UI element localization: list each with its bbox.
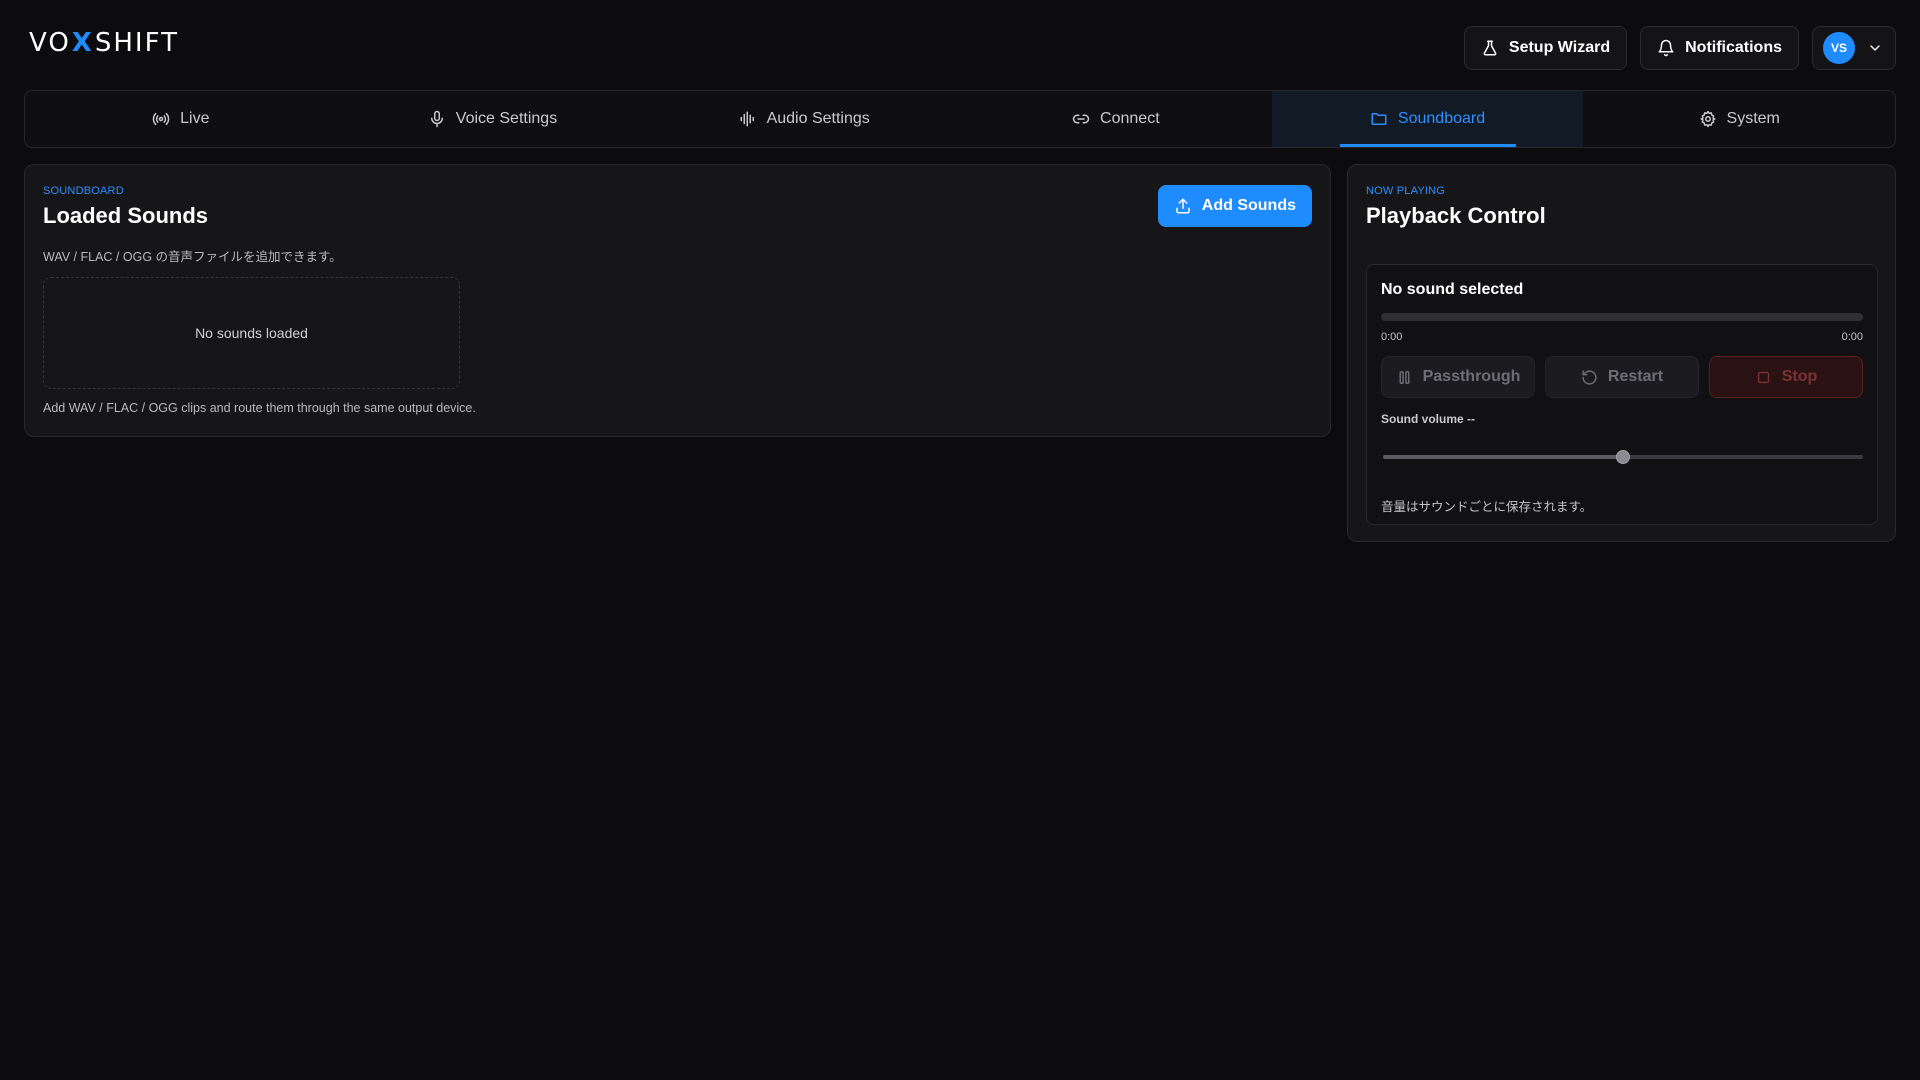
- passthrough-button[interactable]: Passthrough: [1381, 356, 1535, 398]
- stop-button[interactable]: Stop: [1709, 356, 1863, 398]
- notifications-label: Notifications: [1685, 39, 1782, 56]
- main-tabs: Live Voice Settings Audio Settings Conne…: [24, 90, 1896, 148]
- tab-live[interactable]: Live: [25, 91, 337, 147]
- player-panel: No sound selected 0:00 0:00 Passthrough …: [1366, 264, 1878, 525]
- restart-label: Restart: [1607, 368, 1664, 385]
- playback-control-card: NOW PLAYING Playback Control No sound se…: [1347, 164, 1896, 542]
- tab-voice-settings-label: Voice Settings: [455, 110, 558, 127]
- soundboard-eyebrow: SOUNDBOARD: [43, 185, 124, 197]
- tab-audio-settings[interactable]: Audio Settings: [648, 91, 960, 147]
- logo-text-left: VO: [29, 28, 71, 58]
- add-sounds-button[interactable]: Add Sounds: [1157, 185, 1312, 227]
- chevron-down-icon: [1870, 45, 1880, 51]
- upload-icon: [1176, 198, 1190, 214]
- loaded-sounds-description: WAV / FLAC / OGG の音声ファイルを追加できます。: [43, 250, 342, 264]
- tab-soundboard-label: Soundboard: [1397, 110, 1486, 127]
- playback-progress-bar[interactable]: [1381, 313, 1863, 321]
- stop-label: Stop: [1781, 368, 1818, 385]
- logo-text-right: SHIFT: [94, 28, 179, 58]
- waveform-icon: [740, 111, 754, 127]
- link-icon: [1072, 114, 1090, 124]
- user-menu-button[interactable]: VS: [1812, 26, 1896, 70]
- volume-note: 音量はサウンドごとに保存されます。: [1381, 500, 1593, 514]
- tab-connect-label: Connect: [1100, 110, 1160, 127]
- logo-x-mark: X: [71, 28, 94, 58]
- tab-connect[interactable]: Connect: [960, 91, 1272, 147]
- passthrough-label: Passthrough: [1422, 368, 1521, 385]
- loaded-sounds-title: Loaded Sounds: [43, 203, 208, 228]
- app-logo: VO X SHIFT: [29, 28, 179, 58]
- sound-volume-label: Sound volume --: [1381, 412, 1475, 426]
- tab-system-label: System: [1726, 110, 1780, 127]
- loaded-sounds-footer-note: Add WAV / FLAC / OGG clips and route the…: [43, 401, 476, 415]
- tab-live-label: Live: [180, 110, 210, 127]
- slider-fill: [1383, 455, 1623, 459]
- current-sound-name: No sound selected: [1381, 281, 1524, 298]
- time-current: 0:00: [1381, 331, 1403, 343]
- notifications-button[interactable]: Notifications: [1640, 26, 1799, 70]
- bell-icon: [1658, 39, 1674, 57]
- avatar: VS: [1823, 32, 1855, 64]
- tab-system[interactable]: System: [1583, 91, 1895, 147]
- gear-icon: [1700, 110, 1716, 128]
- slider-thumb[interactable]: [1616, 450, 1630, 464]
- playback-control-title: Playback Control: [1366, 203, 1546, 228]
- setup-wizard-button[interactable]: Setup Wizard: [1463, 26, 1628, 70]
- restart-button[interactable]: Restart: [1545, 356, 1699, 398]
- now-playing-eyebrow: NOW PLAYING: [1366, 185, 1446, 197]
- flask-icon: [1483, 40, 1497, 56]
- pause-icon: [1399, 370, 1410, 384]
- top-bar: VO X SHIFT Setup Wizard Notifications VS: [0, 0, 1920, 90]
- empty-state-text: No sounds loaded: [195, 325, 308, 341]
- stop-icon: [1757, 371, 1769, 383]
- time-total: 0:00: [1841, 331, 1863, 343]
- sound-volume-slider[interactable]: [1383, 449, 1863, 465]
- playback-controls: Passthrough Restart Stop: [1381, 356, 1863, 398]
- tab-voice-settings[interactable]: Voice Settings: [337, 91, 649, 147]
- tab-soundboard[interactable]: Soundboard: [1271, 91, 1584, 147]
- tab-audio-settings-label: Audio Settings: [766, 110, 870, 127]
- loaded-sounds-card: SOUNDBOARD Loaded Sounds Add Sounds WAV …: [24, 164, 1331, 437]
- sounds-drop-zone[interactable]: No sounds loaded: [43, 277, 460, 389]
- top-actions: Setup Wizard Notifications VS: [1463, 26, 1896, 70]
- microphone-icon: [430, 110, 443, 128]
- setup-wizard-label: Setup Wizard: [1508, 39, 1611, 56]
- add-sounds-label: Add Sounds: [1201, 197, 1296, 214]
- restart-icon: [1582, 369, 1597, 385]
- folder-icon: [1371, 113, 1387, 125]
- broadcast-icon: [152, 112, 170, 126]
